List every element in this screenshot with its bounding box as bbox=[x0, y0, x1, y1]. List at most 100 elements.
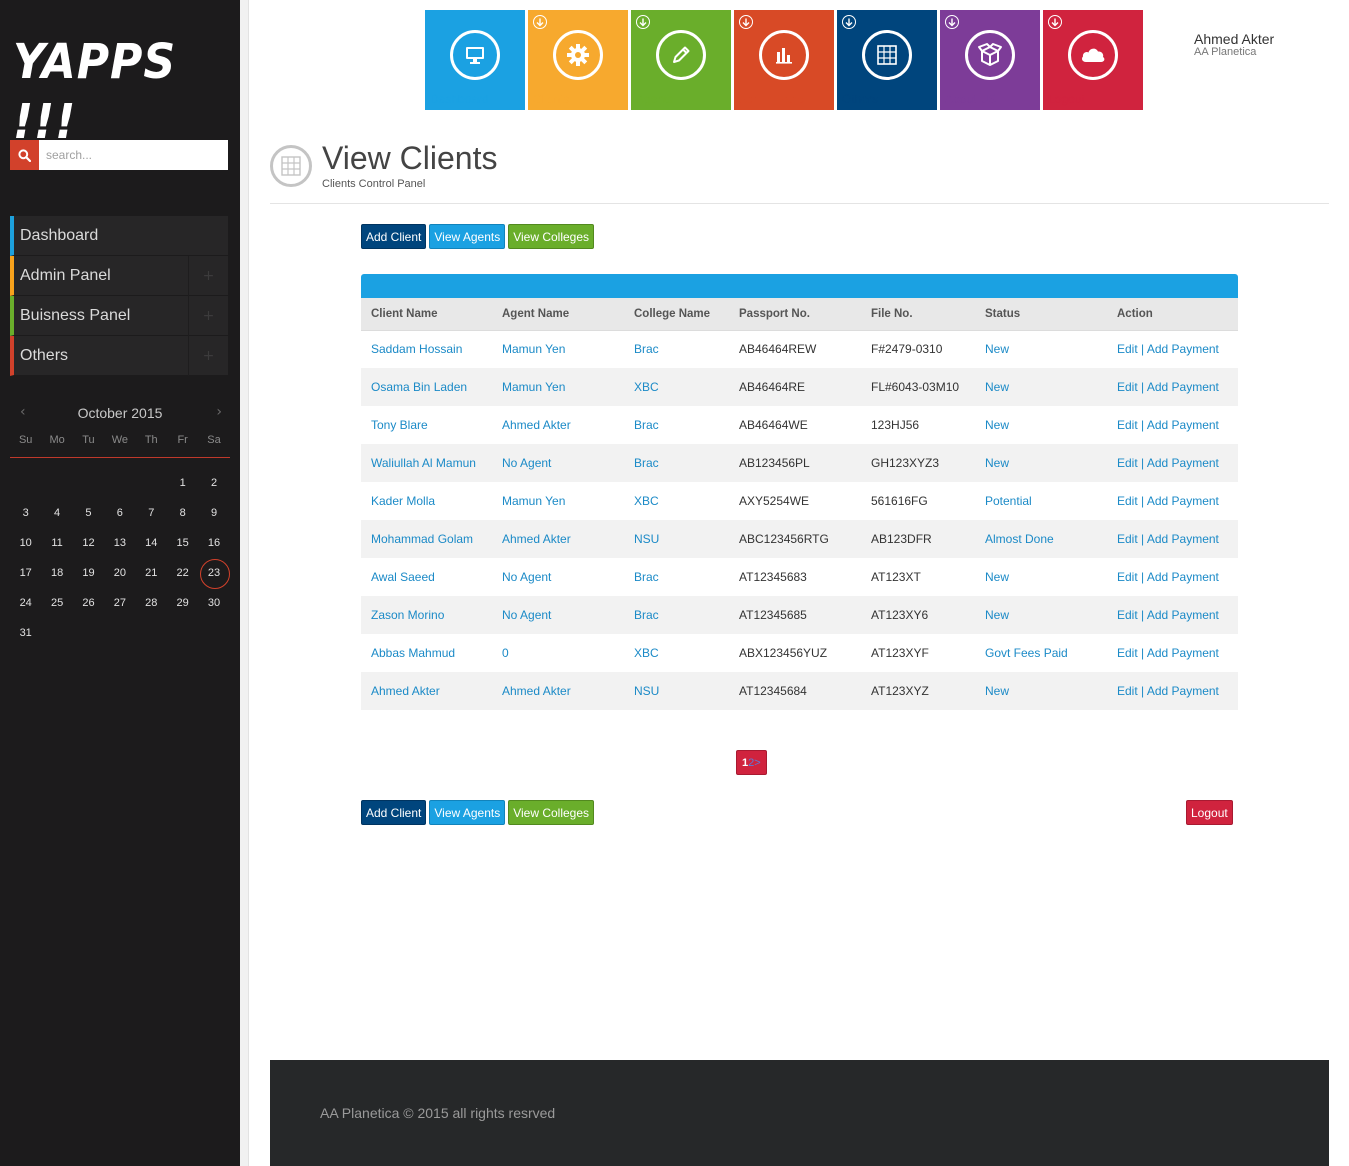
agent-name-link[interactable]: Ahmed Akter bbox=[492, 520, 624, 558]
calendar-day-today[interactable]: 23 bbox=[198, 558, 231, 589]
calendar-day[interactable]: 2 bbox=[198, 468, 229, 498]
logo[interactable]: YAPPS !!! bbox=[13, 32, 222, 152]
tile-others[interactable]: Others bbox=[837, 10, 937, 110]
edit-link[interactable]: Edit bbox=[1117, 646, 1138, 660]
calendar-day[interactable]: 26 bbox=[73, 588, 104, 618]
user-name[interactable]: Ahmed Akter bbox=[1194, 31, 1274, 47]
college-name-link[interactable]: NSU bbox=[624, 520, 729, 558]
view-agents-button[interactable]: View Agents bbox=[429, 224, 506, 249]
client-name-link[interactable]: Waliullah Al Mamun bbox=[361, 444, 492, 482]
agent-name-link[interactable]: Mamun Yen bbox=[492, 482, 624, 520]
calendar-day[interactable]: 7 bbox=[136, 498, 167, 528]
college-name-link[interactable]: Brac bbox=[624, 558, 729, 596]
calendar-day[interactable]: 14 bbox=[136, 528, 167, 558]
calendar-day[interactable]: 24 bbox=[10, 588, 41, 618]
tile-about-us[interactable]: About US bbox=[940, 10, 1040, 110]
edit-link[interactable]: Edit bbox=[1117, 608, 1138, 622]
status-link[interactable]: New bbox=[975, 330, 1107, 368]
column-header[interactable]: Passport No. bbox=[729, 298, 861, 331]
add-client-button[interactable]: Add Client bbox=[361, 224, 427, 249]
calendar-day[interactable]: 13 bbox=[104, 528, 135, 558]
agent-name-link[interactable]: No Agent bbox=[492, 444, 624, 482]
college-name-link[interactable]: NSU bbox=[624, 672, 729, 710]
calendar-day[interactable]: 8 bbox=[167, 498, 198, 528]
expand-plus-icon[interactable]: + bbox=[188, 296, 228, 336]
edit-link[interactable]: Edit bbox=[1117, 570, 1138, 584]
expand-plus-icon[interactable]: + bbox=[188, 336, 228, 376]
calendar-day[interactable]: 3 bbox=[10, 498, 41, 528]
calendar-day[interactable]: 27 bbox=[104, 588, 135, 618]
column-header[interactable]: Agent Name bbox=[492, 298, 624, 331]
client-name-link[interactable]: Tony Blare bbox=[361, 406, 492, 444]
client-name-link[interactable]: Saddam Hossain bbox=[361, 330, 492, 368]
status-link[interactable]: Govt Fees Paid bbox=[975, 634, 1107, 672]
calendar-day[interactable]: 28 bbox=[136, 588, 167, 618]
calendar-day[interactable]: 12 bbox=[73, 528, 104, 558]
add-payment-link[interactable]: Add Payment bbox=[1147, 532, 1219, 546]
edit-link[interactable]: Edit bbox=[1117, 494, 1138, 508]
calendar-day[interactable]: 29 bbox=[167, 588, 198, 618]
add-payment-link[interactable]: Add Payment bbox=[1147, 418, 1219, 432]
agent-name-link[interactable]: Ahmed Akter bbox=[492, 406, 624, 444]
edit-link[interactable]: Edit bbox=[1117, 684, 1138, 698]
calendar-day[interactable]: 17 bbox=[10, 558, 41, 588]
tile-logout[interactable]: Logout bbox=[1043, 10, 1143, 110]
status-link[interactable]: Almost Done bbox=[975, 520, 1107, 558]
add-payment-link[interactable]: Add Payment bbox=[1147, 494, 1219, 508]
sidebar-item-dashboard[interactable]: Dashboard bbox=[10, 216, 228, 256]
agent-name-link[interactable]: Mamun Yen bbox=[492, 368, 624, 406]
add-payment-link[interactable]: Add Payment bbox=[1147, 684, 1219, 698]
add-payment-link[interactable]: Add Payment bbox=[1147, 608, 1219, 622]
calendar-next-button[interactable]: › bbox=[216, 404, 222, 420]
expand-plus-icon[interactable]: + bbox=[188, 256, 228, 296]
calendar-day[interactable]: 4 bbox=[41, 498, 72, 528]
status-link[interactable]: Potential bbox=[975, 482, 1107, 520]
search-input[interactable] bbox=[39, 140, 228, 170]
search-button[interactable] bbox=[10, 140, 39, 170]
status-link[interactable]: New bbox=[975, 672, 1107, 710]
college-name-link[interactable]: XBC bbox=[624, 368, 729, 406]
college-name-link[interactable]: XBC bbox=[624, 482, 729, 520]
tile-admin-panel[interactable]: Admin Panel bbox=[734, 10, 834, 110]
edit-link[interactable]: Edit bbox=[1117, 532, 1138, 546]
client-name-link[interactable]: Ahmed Akter bbox=[361, 672, 492, 710]
logout-button[interactable]: Logout bbox=[1186, 800, 1233, 825]
client-name-link[interactable]: Awal Saeed bbox=[361, 558, 492, 596]
agent-name-link[interactable]: Mamun Yen bbox=[492, 330, 624, 368]
client-name-link[interactable]: Zason Morino bbox=[361, 596, 492, 634]
calendar-day[interactable]: 5 bbox=[73, 498, 104, 528]
calendar-day[interactable]: 1 bbox=[167, 468, 198, 498]
client-name-link[interactable]: Osama Bin Laden bbox=[361, 368, 492, 406]
column-header[interactable]: File No. bbox=[861, 298, 975, 331]
column-header[interactable]: Status bbox=[975, 298, 1107, 331]
calendar-day[interactable]: 25 bbox=[41, 588, 72, 618]
add-payment-link[interactable]: Add Payment bbox=[1147, 570, 1219, 584]
tile-clients[interactable]: Clients bbox=[528, 10, 628, 110]
college-name-link[interactable]: Brac bbox=[624, 444, 729, 482]
sidebar-item-admin-panel[interactable]: Admin Panel + bbox=[10, 256, 228, 296]
add-payment-link[interactable]: Add Payment bbox=[1147, 646, 1219, 660]
column-header[interactable]: College Name bbox=[624, 298, 729, 331]
edit-link[interactable]: Edit bbox=[1117, 380, 1138, 394]
calendar-day[interactable]: 20 bbox=[104, 558, 135, 588]
edit-link[interactable]: Edit bbox=[1117, 418, 1138, 432]
status-link[interactable]: New bbox=[975, 596, 1107, 634]
tile-agents[interactable]: Agents bbox=[631, 10, 731, 110]
college-name-link[interactable]: Brac bbox=[624, 406, 729, 444]
client-name-link[interactable]: Mohammad Golam bbox=[361, 520, 492, 558]
calendar-day[interactable]: 11 bbox=[41, 528, 72, 558]
add-payment-link[interactable]: Add Payment bbox=[1147, 380, 1219, 394]
column-header[interactable]: Action bbox=[1107, 298, 1238, 331]
edit-link[interactable]: Edit bbox=[1117, 342, 1138, 356]
column-header[interactable]: Client Name bbox=[361, 298, 492, 331]
agent-name-link[interactable]: No Agent bbox=[492, 596, 624, 634]
calendar-day[interactable]: 30 bbox=[198, 588, 229, 618]
calendar-month-title[interactable]: October 2015 bbox=[10, 405, 230, 421]
agent-name-link[interactable]: No Agent bbox=[492, 558, 624, 596]
calendar-day[interactable]: 19 bbox=[73, 558, 104, 588]
add-payment-link[interactable]: Add Payment bbox=[1147, 456, 1219, 470]
calendar-day[interactable]: 6 bbox=[104, 498, 135, 528]
view-agents-button-bottom[interactable]: View Agents bbox=[429, 800, 506, 825]
edit-link[interactable]: Edit bbox=[1117, 456, 1138, 470]
status-link[interactable]: New bbox=[975, 444, 1107, 482]
